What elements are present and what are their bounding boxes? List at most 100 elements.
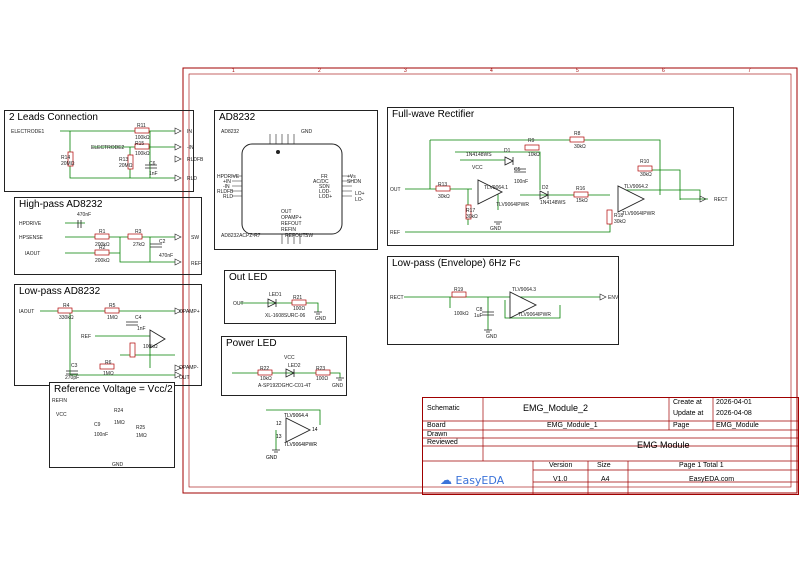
update-value: 2026-04-08 — [716, 410, 752, 417]
designator: R8 — [574, 131, 581, 137]
block-outled: Out LED OUT LED1 XL-1608SURC-06 R21 100Ω… — [224, 270, 336, 324]
block-title: Low-pass AD8232 — [19, 286, 101, 297]
net-label: ELECTRODE1 — [11, 129, 45, 135]
opamp-part: TLV9064IPWR — [496, 202, 529, 208]
board-label: Board — [427, 422, 446, 429]
net-label: VCC — [56, 412, 67, 418]
block-title: Power LED — [226, 338, 277, 349]
block-two-leads: 2 Leads Connection ELECTRODE1 ELECTRODE2… — [4, 110, 203, 192]
board-value: EMG_Module_1 — [547, 422, 598, 429]
net-label: IAOUT — [25, 251, 41, 257]
col-number: 2 — [318, 68, 321, 74]
net-flag-label: RECT — [714, 197, 728, 203]
designator: R25 — [136, 425, 146, 431]
designator: R16 — [576, 186, 586, 192]
pin-name: LOD+ — [319, 194, 333, 200]
chip-name: AD8232 — [221, 129, 240, 135]
value: 100Ω — [293, 306, 306, 312]
net-label: REFIN — [52, 398, 67, 404]
opamp-name: TLV9064.1 — [484, 185, 509, 191]
value: XL-1608SURC-06 — [265, 313, 306, 319]
block-refvolt: Reference Voltage = Vcc/2 REFIN VCC R24 … — [49, 382, 175, 468]
create-label: Create at — [673, 399, 702, 406]
value: 100nF — [514, 179, 529, 185]
net-label: IAOUT — [19, 309, 35, 315]
value: 100Ω — [316, 376, 329, 382]
opamp-part: TLV9064IPWR — [622, 211, 655, 217]
block-ad8232: AD8232 AD8232 HPDRIVE +IN -IN RLDFB RLD … — [214, 110, 378, 250]
value: 1MΩ — [107, 315, 118, 321]
value: 15kΩ — [576, 198, 588, 204]
pin-label: SW — [305, 233, 314, 239]
block-title: Reference Voltage = Vcc/2 — [54, 384, 173, 395]
site-value: EasyEDA.com — [689, 476, 735, 483]
value: 27kΩ — [133, 242, 145, 248]
drawn-label: Drawn — [427, 431, 448, 438]
designator: R23 — [316, 366, 326, 372]
value: 1N4148WS — [540, 200, 566, 206]
size-label: Size — [597, 462, 611, 469]
reviewed-label: Reviewed — [427, 439, 458, 446]
designator: LED2 — [288, 363, 301, 369]
pin-number: 13 — [276, 434, 282, 440]
net-label: HPDRIVE — [19, 221, 42, 227]
value: 1uF — [474, 313, 483, 319]
designator: LED1 — [269, 292, 282, 298]
value: 20MΩ — [61, 161, 75, 167]
opamp-part: TLV9064IPWR — [518, 312, 551, 318]
net-flag-label: OPAMP- — [179, 365, 199, 371]
value: 100kΩ — [454, 311, 469, 317]
designator: D2 — [542, 185, 549, 191]
value: 1nF — [149, 171, 158, 177]
designator: C3 — [71, 363, 78, 369]
block-title: Out LED — [229, 272, 268, 283]
block-rectifier: Full-wave Rectifier R9 10kΩ R8 30kΩ 1N41… — [387, 107, 734, 246]
net-label: VCC — [472, 165, 483, 171]
value: 200kΩ — [95, 258, 110, 264]
value: 100kΩ — [135, 151, 150, 157]
value: 30kΩ — [614, 219, 626, 225]
net-label: HPSENSE — [19, 235, 43, 241]
opamp-part: TLV9064IPWR — [284, 442, 317, 448]
page-value: EMG_Module — [716, 422, 759, 429]
net-label: ELECTRODE2 — [91, 145, 125, 151]
designator: R24 — [114, 408, 124, 414]
size-value: A4 — [601, 476, 610, 483]
col-number: 5 — [576, 68, 579, 74]
value: 1MΩ — [114, 420, 125, 426]
designator: R21 — [293, 295, 303, 301]
net-label: OUT — [233, 301, 244, 307]
net-label: REF — [81, 334, 91, 340]
col-number: 4 — [490, 68, 493, 74]
value: 10kΩ — [528, 152, 540, 158]
value: GND — [266, 455, 278, 461]
opamp-tlv9064-4 — [285, 417, 312, 443]
designator: R10 — [640, 159, 650, 165]
value: GND — [315, 316, 327, 322]
col-number: 6 — [662, 68, 665, 74]
ground-icon — [272, 449, 280, 453]
designator: R2 — [99, 245, 106, 251]
version-label: Version — [549, 462, 573, 469]
designator: R22 — [260, 366, 270, 372]
designator: C2 — [159, 239, 166, 245]
pin-label: LO- — [355, 197, 364, 203]
designator: D1 — [504, 148, 511, 154]
net-label: OUT — [390, 187, 401, 193]
pin-label: RLD — [223, 194, 234, 200]
value: 30kΩ — [438, 194, 450, 200]
designator: C4 — [135, 315, 142, 321]
net-flag-label: OUT — [179, 375, 190, 381]
net-flag-label: -IN — [187, 145, 194, 151]
value: 1N4148WS — [466, 152, 492, 158]
value: GND — [490, 226, 502, 232]
designator: R4 — [63, 303, 70, 309]
block-powerled: Power LED VCC R22 10kΩ LED2 A-SP192DGHC-… — [221, 336, 347, 396]
designator: R6 — [105, 360, 112, 366]
block-title: Full-wave Rectifier — [392, 109, 475, 120]
value: 30kΩ — [574, 144, 586, 150]
value: 470nF — [77, 212, 92, 218]
value: 270pF — [65, 375, 80, 381]
block-envelope: Low-pass (Envelope) 6Hz Fc RECT R19 100k… — [387, 256, 619, 345]
brand-text: EasyEDA — [455, 474, 505, 487]
